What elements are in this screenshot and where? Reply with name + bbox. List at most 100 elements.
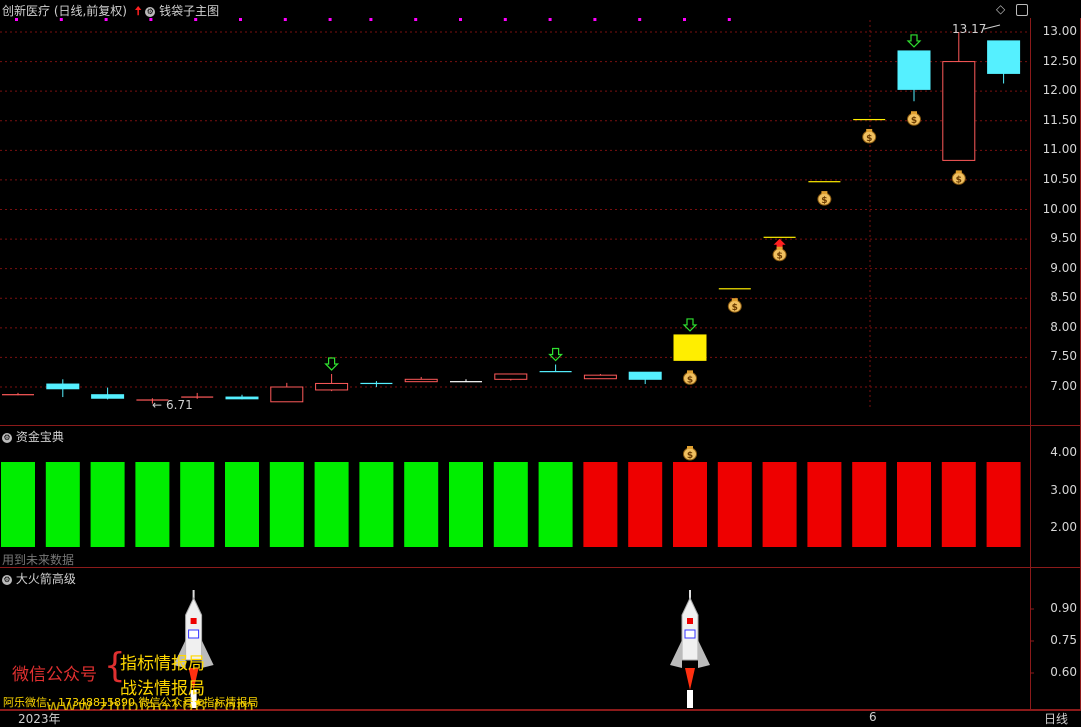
rocket-icon xyxy=(190,618,197,624)
candle-body xyxy=(225,396,259,400)
marker-dot xyxy=(548,18,552,21)
candle-body xyxy=(2,394,34,396)
fund-bar xyxy=(135,462,170,547)
marker-dot xyxy=(638,18,642,21)
low-price-label: 6.71 xyxy=(166,398,193,412)
y-tick-label: 7.50 xyxy=(1050,349,1077,364)
y-tick-label: 12.50 xyxy=(1042,53,1077,68)
candle-body xyxy=(494,373,528,380)
y-tick-label: 3.00 xyxy=(1050,482,1077,497)
fund-bar xyxy=(225,462,259,547)
fund-bar xyxy=(717,462,752,547)
money-bag-icon: $ xyxy=(911,116,917,126)
footer-mark: 6 xyxy=(869,710,877,724)
marker-dot xyxy=(593,18,597,21)
gear-icon[interactable]: ⚙ xyxy=(2,574,12,585)
money-bag-icon: $ xyxy=(866,134,872,144)
y-tick-label: 11.50 xyxy=(1042,112,1077,127)
period-tab[interactable]: 日线 xyxy=(1044,710,1068,727)
candle-body xyxy=(628,371,662,380)
candle-body xyxy=(673,334,707,361)
fund-bar xyxy=(583,462,618,547)
candle-body xyxy=(897,50,931,90)
fund-bar xyxy=(538,462,573,547)
y-tick-label: 11.00 xyxy=(1042,142,1077,157)
fund-bar xyxy=(941,462,976,547)
rocket-icon xyxy=(698,640,710,668)
candle-body xyxy=(539,371,572,373)
fund-bar xyxy=(1,462,35,547)
y-tick-label: 0.90 xyxy=(1050,601,1077,615)
y-tick-label: 0.60 xyxy=(1050,665,1077,679)
footer-bar xyxy=(0,710,1081,725)
y-tick-label: 4.00 xyxy=(1050,445,1077,459)
candle-body xyxy=(763,236,796,238)
marker-dot xyxy=(15,18,18,21)
low-price-arrow: ← xyxy=(152,398,162,412)
money-bag-icon: $ xyxy=(956,175,962,185)
y-tick-label: 9.00 xyxy=(1050,260,1077,275)
y-tick-label: 8.00 xyxy=(1050,319,1077,334)
money-bag-icon: $ xyxy=(687,451,693,461)
fund-panel-header: ⚙ 资金宝典 xyxy=(2,428,64,445)
fund-bar xyxy=(90,462,125,547)
marker-dot xyxy=(328,18,332,21)
fund-bar xyxy=(180,462,215,547)
rocket-trail xyxy=(687,690,693,708)
marker-dot xyxy=(414,18,418,21)
green-down-arrow-icon xyxy=(548,347,564,362)
y-tick-label: 10.00 xyxy=(1042,201,1077,216)
y-tick-label: 13.00 xyxy=(1042,24,1077,38)
rocket-panel-title[interactable]: 大火箭高级 xyxy=(16,572,76,586)
marker-dot xyxy=(503,18,507,21)
money-bag-icon xyxy=(776,246,783,250)
fund-bar xyxy=(673,462,707,547)
fund-bar xyxy=(269,462,304,547)
y-tick-label: 9.50 xyxy=(1050,231,1077,246)
y-tick-label: 7.00 xyxy=(1050,379,1077,393)
marker-dot xyxy=(283,18,287,21)
fund-bar xyxy=(359,462,394,547)
fund-bar xyxy=(314,462,349,547)
gear-icon[interactable]: ⚙ xyxy=(2,432,12,443)
money-bag-icon xyxy=(731,298,738,302)
marker-dot xyxy=(59,18,63,21)
y-tick-label: 0.75 xyxy=(1050,633,1077,647)
money-bag-icon: $ xyxy=(687,375,693,385)
marker-dot xyxy=(194,18,198,21)
y-tick-label: 10.50 xyxy=(1042,171,1077,186)
marker-dot xyxy=(369,18,373,21)
high-price-pointer xyxy=(983,24,1001,30)
fund-bar xyxy=(628,462,663,547)
main-chart[interactable]: $ $ $ $ $ $ $ $13.17 6.71 ← xyxy=(0,0,1081,724)
footer-year: 2023年 xyxy=(18,712,61,726)
marker-dot xyxy=(149,18,153,21)
fund-bar xyxy=(404,462,439,547)
candle-body xyxy=(360,382,393,385)
rocket-icon xyxy=(684,629,696,639)
future-data-note: 用到未来数据 xyxy=(2,553,75,567)
candle-body xyxy=(987,40,1021,74)
green-down-arrow-icon xyxy=(682,318,698,332)
fund-bar xyxy=(897,462,931,547)
candle-body xyxy=(91,394,125,399)
money-bag-icon: $ xyxy=(732,303,738,313)
marker-dot xyxy=(104,18,108,21)
money-bag-icon: $ xyxy=(821,196,827,206)
fund-bar xyxy=(45,462,80,547)
fund-bar xyxy=(852,462,887,547)
candle-body xyxy=(583,374,617,380)
rocket-flame-icon xyxy=(685,668,695,690)
candle-body xyxy=(450,381,482,383)
rocket-icon xyxy=(687,618,693,624)
money-bag-icon xyxy=(687,370,693,374)
money-bag-icon xyxy=(821,191,828,195)
money-bag-icon xyxy=(687,446,693,449)
rocket-icon xyxy=(188,629,200,639)
fund-panel-title[interactable]: 资金宝典 xyxy=(16,430,64,444)
fund-bar xyxy=(449,462,483,547)
candle-body xyxy=(853,118,886,121)
candle-body xyxy=(315,382,349,391)
marker-dot xyxy=(459,18,462,21)
candle-body xyxy=(718,288,751,290)
